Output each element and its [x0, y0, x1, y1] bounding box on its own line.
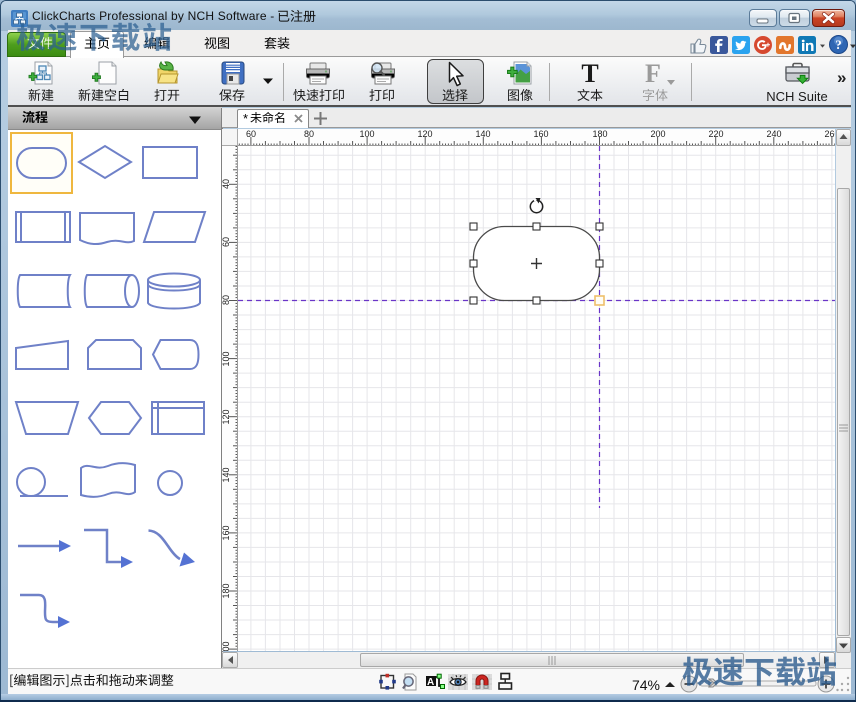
svg-text:A: A — [427, 677, 434, 688]
svg-text:80: 80 — [304, 129, 314, 139]
svg-text:120: 120 — [222, 409, 231, 424]
svg-text:60: 60 — [222, 237, 231, 247]
svg-text:140: 140 — [222, 467, 231, 482]
svg-text:140: 140 — [475, 129, 490, 139]
svg-text:160: 160 — [533, 129, 548, 139]
svg-text:40: 40 — [222, 179, 231, 189]
svg-text:260: 260 — [824, 129, 835, 139]
svg-text:60: 60 — [246, 129, 256, 139]
svg-text:80: 80 — [222, 295, 231, 305]
svg-text:160: 160 — [222, 525, 231, 540]
svg-text:100: 100 — [359, 129, 374, 139]
svg-text:?: ? — [835, 37, 842, 52]
svg-text:180: 180 — [592, 129, 607, 139]
svg-text:200: 200 — [222, 641, 231, 651]
svg-text:220: 220 — [708, 129, 723, 139]
svg-text:200: 200 — [650, 129, 665, 139]
svg-text:100: 100 — [222, 351, 231, 366]
svg-text:120: 120 — [417, 129, 432, 139]
svg-text:180: 180 — [222, 583, 231, 598]
svg-text:240: 240 — [766, 129, 781, 139]
